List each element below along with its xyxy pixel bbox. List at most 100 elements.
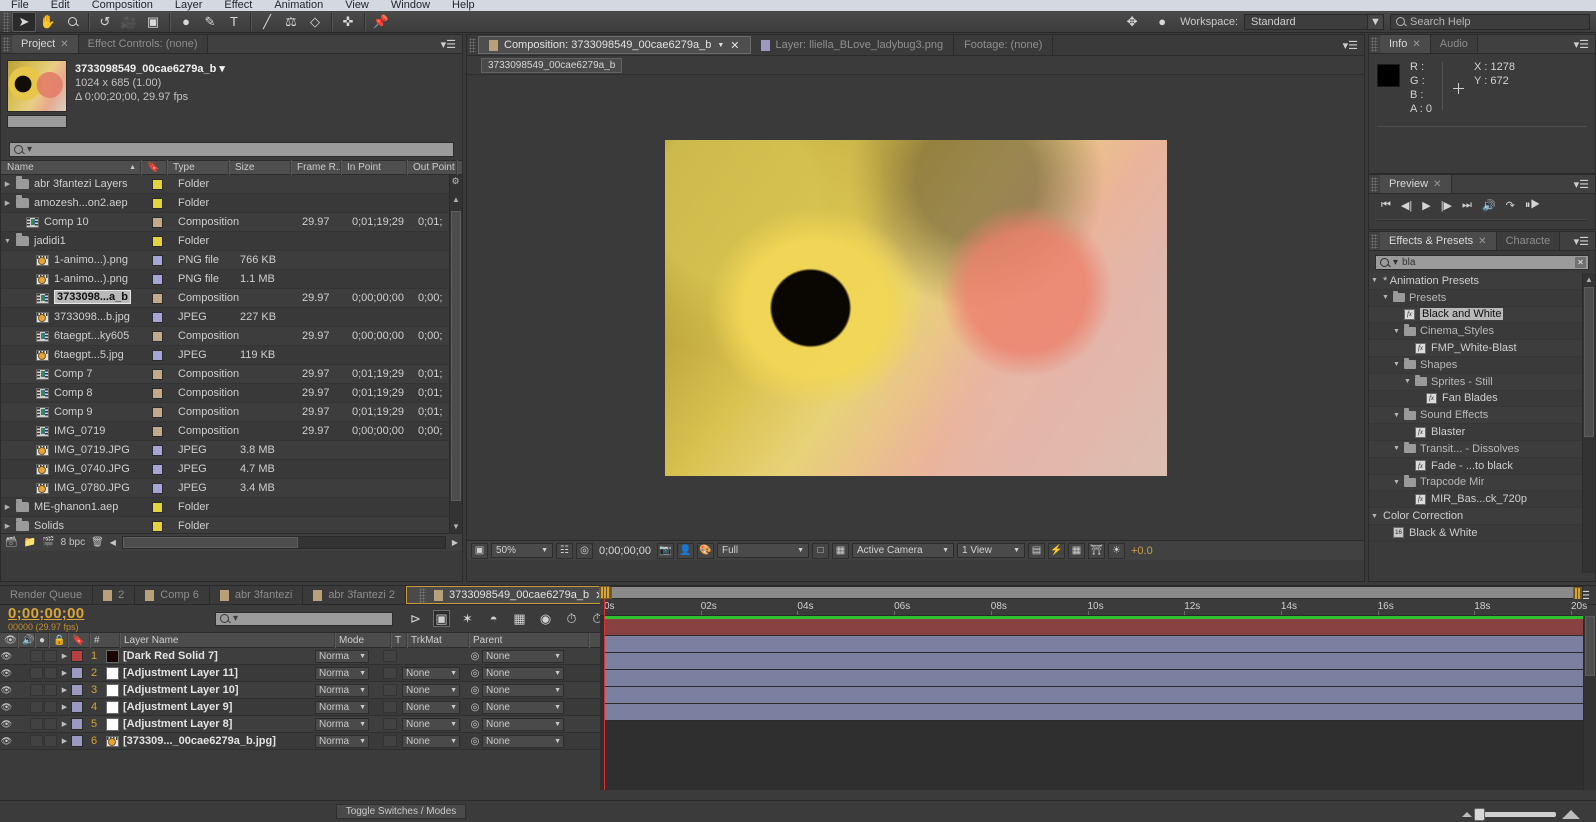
viewer-canvas[interactable] xyxy=(467,75,1364,540)
layer-trkmat-select[interactable]: None ▼ xyxy=(402,734,460,748)
project-item-row[interactable]: 3733098...b.jpg JPEG 227 KB xyxy=(1,308,462,327)
effects-tree-row[interactable]: fx FMP_White-Blast xyxy=(1369,340,1595,357)
preserve-transparency-toggle[interactable] xyxy=(383,735,397,747)
breadcrumb-comp-name[interactable]: 3733098549_00cae6279a_b xyxy=(481,57,623,73)
bit-depth-icon[interactable]: 🎬 xyxy=(42,537,54,548)
project-item-row[interactable]: IMG_0719.JPG JPEG 3.8 MB xyxy=(1,441,462,460)
transparency-grid-icon[interactable]: ▦ xyxy=(832,542,849,559)
effects-tree-list[interactable]: ▼ * Animation Presets ▼ Presets fx Black and … xyxy=(1369,273,1595,573)
project-panel-grip[interactable] xyxy=(3,36,10,52)
effects-tree-row[interactable]: fx MIR_Bas...ck_720p xyxy=(1369,491,1595,509)
layer-name[interactable]: [Dark Red Solid 7] xyxy=(119,650,315,662)
hand-tool-icon[interactable]: ✋ xyxy=(36,12,60,32)
solo-toggle[interactable] xyxy=(30,735,43,747)
work-area-track[interactable] xyxy=(600,586,1583,600)
effects-tree-row[interactable]: ▼ Color Correction xyxy=(1369,508,1595,525)
timeline-tab-4[interactable]: abr 3fantezi 2 xyxy=(303,586,406,604)
preview-panel-grip[interactable] xyxy=(1371,176,1378,192)
clone-stamp-tool-icon[interactable]: ⚖ xyxy=(279,12,303,32)
video-toggle-icon[interactable]: 👁 xyxy=(0,668,13,679)
brush-tool-icon[interactable]: ╱ xyxy=(255,12,279,32)
twirl-icon[interactable]: ▶ xyxy=(58,720,71,728)
effects-tree-label[interactable]: Transit... - Dissolves xyxy=(1420,443,1519,455)
pixel-aspect-correction-icon[interactable]: ▤ xyxy=(1028,542,1045,559)
effects-tree-label[interactable]: Sprites - Still xyxy=(1431,376,1493,388)
project-item-label-color[interactable] xyxy=(152,254,178,266)
menu-item-composition[interactable]: Composition xyxy=(81,0,164,11)
hscroll-left-arrow[interactable]: ◀ xyxy=(110,538,116,547)
twirl-icon[interactable]: ▶ xyxy=(1,180,14,188)
selection-tool-icon[interactable]: ➤ xyxy=(12,11,36,32)
effects-tree-row[interactable]: ▼ Shapes xyxy=(1369,356,1595,374)
selected-item-name[interactable]: 3733098549_00cae6279a_b ▾ xyxy=(75,62,225,76)
twirl-icon[interactable]: ▼ xyxy=(1402,378,1413,385)
layer-trkmat-select[interactable]: None ▼ xyxy=(402,666,460,680)
exposure-reset-icon[interactable]: ☀ xyxy=(1108,542,1125,559)
project-item-label-color[interactable] xyxy=(152,292,178,304)
layer-parent-select[interactable]: None ▼ xyxy=(482,734,564,748)
menu-item-window[interactable]: Window xyxy=(380,0,441,11)
project-item-name[interactable]: amozesh...on2.aep xyxy=(31,197,152,209)
project-item-row[interactable]: IMG_0740.JPG JPEG 4.7 MB xyxy=(1,460,462,479)
info-panel-menu-icon[interactable]: ▾☰ xyxy=(1568,35,1595,53)
project-item-label-color[interactable] xyxy=(152,368,178,380)
layer-mode-select[interactable]: Norma ▼ xyxy=(315,700,369,714)
project-item-name[interactable]: Comp 7 xyxy=(51,368,152,380)
menu-item-layer[interactable]: Layer xyxy=(164,0,214,11)
current-time-value[interactable]: 0;00;00;00 xyxy=(8,605,215,622)
project-item-row[interactable]: 3733098...a_b Composition 29.97 0;00;00;00 0… xyxy=(1,289,462,308)
project-item-row[interactable]: ▶ amozesh...on2.aep Folder xyxy=(1,194,462,213)
project-item-row[interactable]: ▶ Solids Folder xyxy=(1,517,462,533)
timeline-tab-3[interactable]: abr 3fantezi xyxy=(210,586,304,604)
effects-tree-label[interactable]: Fade - ...to black xyxy=(1431,460,1513,472)
preview-panel-menu-icon[interactable]: ▾☰ xyxy=(1568,175,1595,193)
eraser-tool-icon[interactable]: ◇ xyxy=(303,12,327,32)
zoom-in-icon[interactable] xyxy=(1562,810,1580,819)
viewer-panel-menu-icon[interactable]: ▾☰ xyxy=(1337,35,1364,55)
layer-parent-select[interactable]: None ▼ xyxy=(482,649,564,663)
tools-toolbar[interactable]: ➤ ✋ ↺ 🎥 ▣ ● ✎ T ╱ ⚖ ◇ ✜ 📌 ✥ ● Workspace:… xyxy=(0,11,1596,33)
preserve-transparency-toggle[interactable] xyxy=(383,650,397,662)
close-icon[interactable]: ✕ xyxy=(1412,39,1420,50)
project-item-name[interactable]: 1-animo...).png xyxy=(51,273,152,285)
project-item-row[interactable]: IMG_0780.JPG JPEG 3.4 MB xyxy=(1,479,462,498)
effects-tree-label[interactable]: Fan Blades xyxy=(1442,392,1498,404)
toolbar-grip[interactable] xyxy=(3,11,10,32)
first-frame-icon[interactable]: ⏮ xyxy=(1381,199,1391,212)
project-item-row[interactable]: ▶ abr 3fantezi Layers Folder xyxy=(1,175,462,194)
parent-pickwhip-icon[interactable]: ◎ xyxy=(468,719,482,730)
twirl-icon[interactable]: ▶ xyxy=(58,652,71,660)
effects-tree-row[interactable]: fx Fade - ...to black xyxy=(1369,457,1595,475)
region-of-interest-icon[interactable]: □ xyxy=(812,542,829,559)
tab-info[interactable]: Info ✕ xyxy=(1380,35,1431,53)
effects-tree-label[interactable]: Cinema_Styles xyxy=(1420,325,1494,337)
project-item-row[interactable]: Comp 7 Composition 29.97 0;01;19;29 0;01; xyxy=(1,365,462,384)
hide-shy-layers-icon[interactable]: ✶ xyxy=(459,610,476,627)
layer-name[interactable]: [Adjustment Layer 9] xyxy=(119,701,315,713)
zoom-tool-icon[interactable] xyxy=(60,12,84,32)
effects-tree-label[interactable]: Blaster xyxy=(1431,426,1465,438)
previous-frame-icon[interactable]: ◀| xyxy=(1401,199,1412,212)
audio-toggle-cell[interactable] xyxy=(13,682,30,699)
project-item-label-color[interactable] xyxy=(152,349,178,361)
project-item-label-color[interactable] xyxy=(152,273,178,285)
preserve-transparency-toggle[interactable] xyxy=(383,718,397,730)
twirl-icon[interactable]: ▼ xyxy=(1391,412,1402,419)
delete-icon[interactable]: 🗑 xyxy=(91,537,104,548)
zoom-out-icon[interactable] xyxy=(1462,812,1472,817)
project-item-list[interactable]: ▶ abr 3fantezi Layers Folder ▶ amozesh...on2… xyxy=(1,175,462,533)
clear-search-icon[interactable]: ✕ xyxy=(1575,257,1586,268)
effects-panel-grip[interactable] xyxy=(1371,233,1378,249)
twirl-icon[interactable]: ▶ xyxy=(1,199,14,207)
project-item-row[interactable]: Comp 9 Composition 29.97 0;01;19;29 0;01; xyxy=(1,403,462,422)
solo-toggle[interactable] xyxy=(30,701,43,713)
project-item-name[interactable]: Comp 9 xyxy=(51,406,152,418)
ram-preview-icon[interactable]: ⏸▶ xyxy=(1525,199,1540,212)
twirl-icon[interactable]: ▼ xyxy=(1391,361,1402,368)
preserve-transparency-toggle[interactable] xyxy=(383,701,397,713)
close-icon[interactable]: ✕ xyxy=(1478,236,1486,247)
effects-panel-menu-icon[interactable]: ▾☰ xyxy=(1568,232,1595,250)
layer-parent-select[interactable]: None ▼ xyxy=(482,666,564,680)
project-item-row[interactable]: 6taegpt...ky605 Composition 29.97 0;00;00;0… xyxy=(1,327,462,346)
twirl-icon[interactable]: ▼ xyxy=(1369,513,1380,520)
